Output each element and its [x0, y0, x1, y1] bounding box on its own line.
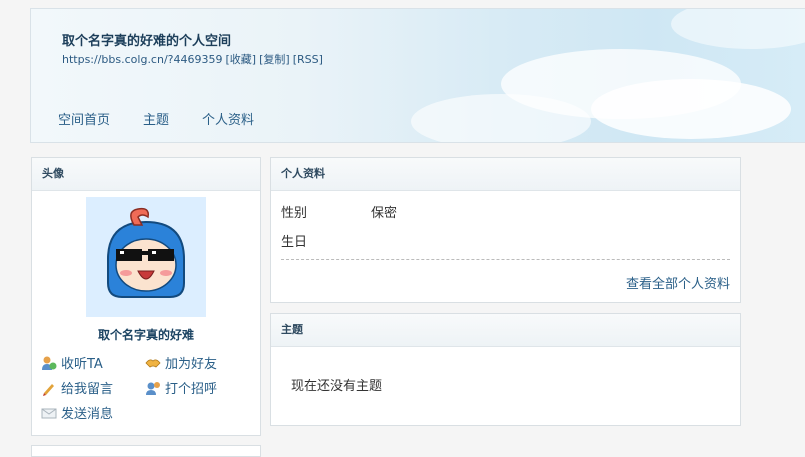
nav-home[interactable]: 空间首页 [58, 109, 110, 128]
nav-profile[interactable]: 个人资料 [202, 109, 254, 128]
birthday-label: 生日 [281, 235, 308, 250]
profile-panel-heading: 个人资料 [271, 158, 740, 191]
gender-value: 保密 [371, 206, 398, 221]
pencil-icon [41, 380, 57, 396]
add-friend-button[interactable]: 加为好友 [145, 353, 217, 372]
space-nav: 空间首页 主题 个人资料 [58, 109, 287, 128]
avatar-image [107, 207, 185, 298]
greet-button[interactable]: 打个招呼 [145, 378, 217, 397]
avatar[interactable] [86, 197, 206, 317]
send-message-button[interactable]: 发送消息 [41, 403, 113, 422]
profile-panel: 个人资料 性别 保密 生日 查看全部个人资料 [270, 157, 741, 303]
space-title: 取个名字真的好难的个人空间 [62, 34, 232, 49]
listen-label: 收听TA [61, 357, 103, 372]
leave-message-label: 给我留言 [61, 382, 114, 397]
nav-topics[interactable]: 主题 [143, 109, 169, 128]
topic-panel: 主题 现在还没有主题 [270, 313, 741, 426]
send-message-label: 发送消息 [61, 407, 114, 422]
favorite-link[interactable]: [收藏] [226, 53, 257, 66]
next-sidebar-panel [31, 445, 261, 457]
view-all-profile-link[interactable]: 查看全部个人资料 [626, 273, 730, 292]
handshake-icon [145, 355, 161, 371]
gender-label: 性别 [281, 206, 308, 221]
topic-panel-heading: 主题 [271, 314, 740, 347]
space-url[interactable]: https://bbs.colg.cn/?4469359 [62, 53, 223, 66]
space-url-line: https://bbs.colg.cn/?4469359 [收藏] [复制] [RSS… [62, 51, 326, 67]
greet-label: 打个招呼 [165, 382, 218, 397]
space-header: 取个名字真的好难的个人空间 https://bbs.colg.cn/?44693… [30, 8, 805, 143]
avatar-panel-heading: 头像 [32, 158, 260, 191]
rss-link[interactable]: [RSS] [293, 53, 323, 66]
add-friend-label: 加为好友 [165, 357, 218, 372]
envelope-icon [41, 405, 57, 421]
username[interactable]: 取个名字真的好难 [32, 326, 260, 343]
profile-divider [281, 259, 730, 260]
avatar-panel: 头像 取个名字真的好难 收听TA 加为好友 给我留言 打个招呼 发送消息 [31, 157, 261, 436]
listen-icon [41, 355, 57, 371]
listen-button[interactable]: 收听TA [41, 353, 103, 372]
no-topics-message: 现在还没有主题 [291, 379, 383, 394]
leave-message-button[interactable]: 给我留言 [41, 378, 113, 397]
copy-link[interactable]: [复制] [259, 53, 290, 66]
greet-icon [145, 380, 161, 396]
